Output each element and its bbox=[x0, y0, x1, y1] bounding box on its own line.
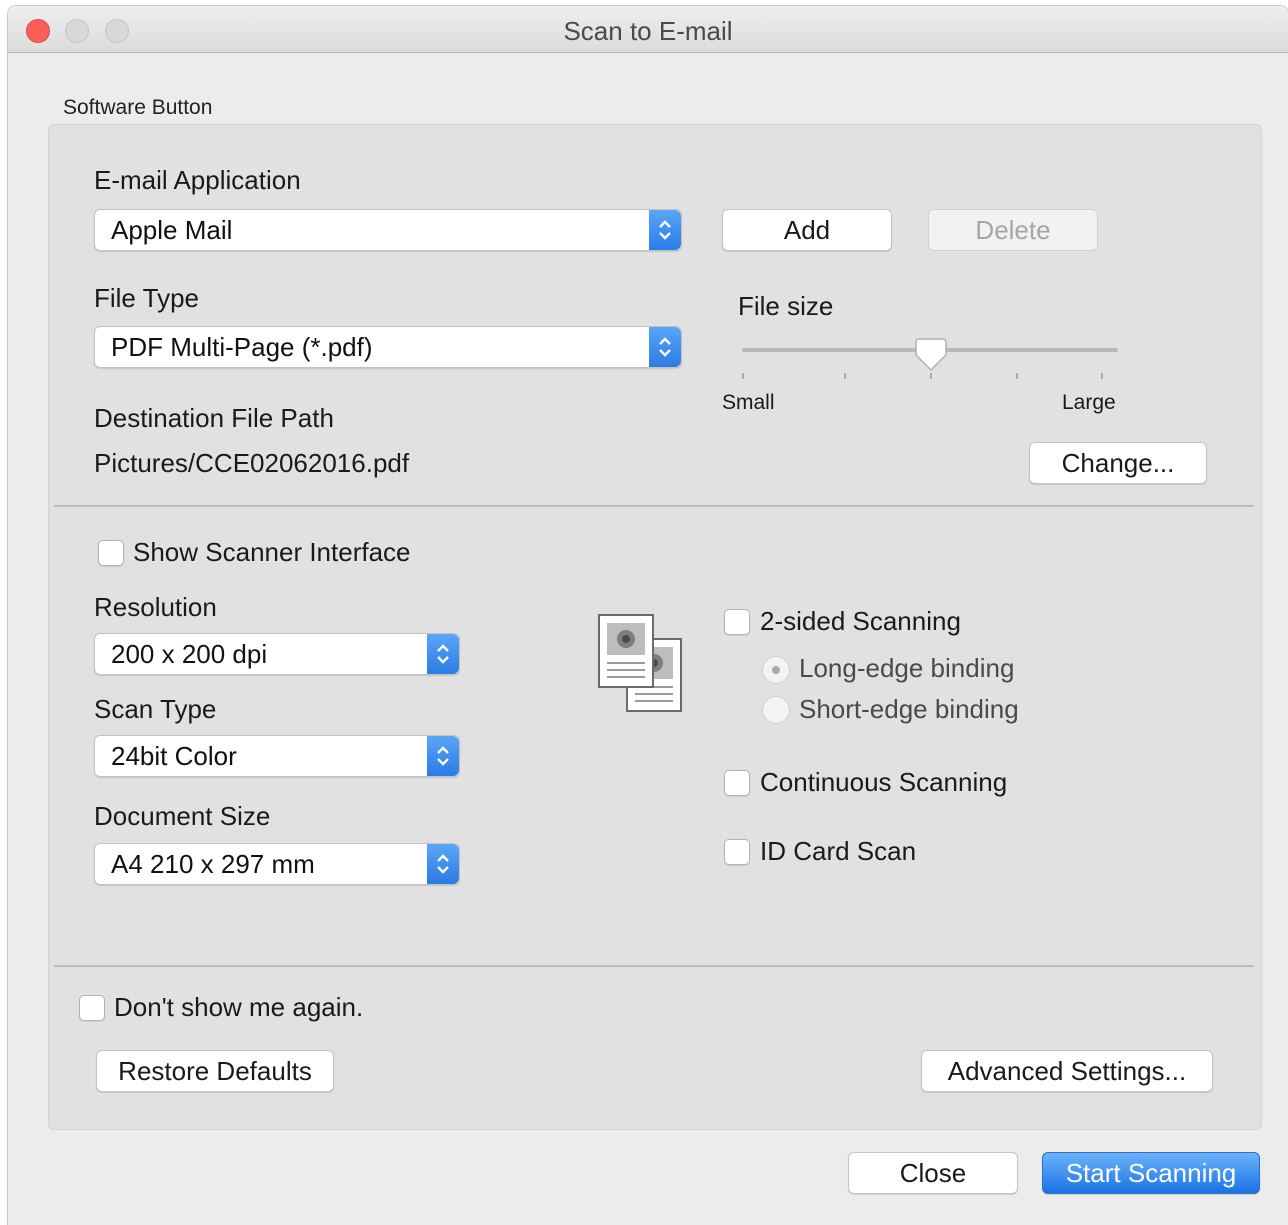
email-app-label: E-mail Application bbox=[94, 165, 301, 195]
scan-type-select[interactable]: 24bit Color bbox=[94, 735, 460, 777]
show-scanner-interface-checkbox[interactable] bbox=[98, 540, 124, 566]
close-button[interactable]: Close bbox=[848, 1152, 1018, 1194]
window-title: Scan to E-mail bbox=[563, 16, 733, 46]
scan-to-email-dialog: Scan to E-mail Software Button E-mail Ap… bbox=[8, 6, 1288, 1225]
section-divider bbox=[54, 505, 1254, 507]
short-edge-binding-label: Short-edge binding bbox=[799, 694, 1019, 724]
two-sided-scanning-checkbox[interactable] bbox=[724, 609, 750, 635]
long-edge-binding-label: Long-edge binding bbox=[799, 653, 1015, 683]
chevron-updown-icon bbox=[649, 327, 681, 367]
file-size-label: File size bbox=[738, 291, 834, 321]
add-button[interactable]: Add bbox=[722, 209, 892, 251]
start-scanning-button[interactable]: Start Scanning bbox=[1042, 1152, 1260, 1194]
email-app-select[interactable]: Apple Mail bbox=[94, 209, 682, 251]
dont-show-again-label: Don't show me again. bbox=[114, 992, 364, 1022]
chevron-updown-icon bbox=[427, 844, 459, 884]
id-card-scan-label: ID Card Scan bbox=[760, 836, 917, 866]
file-type-select[interactable]: PDF Multi-Page (*.pdf) bbox=[94, 326, 682, 368]
file-size-slider[interactable] bbox=[742, 338, 1120, 389]
resolution-select[interactable]: 200 x 200 dpi bbox=[94, 633, 460, 675]
software-button-group: E-mail Application Apple Mail Add Delete… bbox=[48, 124, 1262, 1130]
document-size-label: Document Size bbox=[94, 801, 271, 831]
show-scanner-interface-label: Show Scanner Interface bbox=[133, 537, 411, 567]
file-type-label: File Type bbox=[94, 283, 200, 313]
file-size-max-label: Large bbox=[1062, 391, 1116, 414]
dont-show-again-checkbox[interactable] bbox=[79, 995, 105, 1021]
short-edge-binding-radio[interactable] bbox=[762, 696, 790, 724]
chevron-updown-icon bbox=[649, 210, 681, 250]
id-card-scan-checkbox[interactable] bbox=[724, 839, 750, 865]
destination-path: Pictures/CCE02062016.pdf bbox=[94, 448, 410, 478]
advanced-settings-button[interactable]: Advanced Settings... bbox=[921, 1050, 1213, 1092]
continuous-scanning-label: Continuous Scanning bbox=[760, 767, 1008, 797]
scan-type-value: 24bit Color bbox=[111, 741, 237, 771]
restore-defaults-button[interactable]: Restore Defaults bbox=[96, 1050, 334, 1092]
destination-label: Destination File Path bbox=[94, 403, 334, 433]
scan-type-label: Scan Type bbox=[94, 694, 217, 724]
document-size-value: A4 210 x 297 mm bbox=[111, 849, 315, 879]
file-type-value: PDF Multi-Page (*.pdf) bbox=[111, 332, 373, 362]
slider-thumb[interactable] bbox=[914, 337, 948, 373]
title-bar[interactable]: Scan to E-mail bbox=[8, 6, 1288, 53]
document-size-select[interactable]: A4 210 x 297 mm bbox=[94, 843, 460, 885]
file-size-min-label: Small bbox=[722, 391, 775, 414]
duplex-pages-icon bbox=[598, 614, 682, 712]
two-sided-scanning-label: 2-sided Scanning bbox=[760, 606, 961, 636]
group-label: Software Button bbox=[63, 96, 213, 119]
chevron-updown-icon bbox=[427, 736, 459, 776]
delete-button[interactable]: Delete bbox=[928, 209, 1098, 251]
chevron-updown-icon bbox=[427, 634, 459, 674]
section-divider bbox=[54, 965, 1254, 967]
email-app-value: Apple Mail bbox=[111, 215, 233, 245]
change-button[interactable]: Change... bbox=[1029, 442, 1207, 484]
long-edge-binding-radio[interactable] bbox=[762, 656, 790, 684]
continuous-scanning-checkbox[interactable] bbox=[724, 770, 750, 796]
resolution-label: Resolution bbox=[94, 592, 217, 622]
resolution-value: 200 x 200 dpi bbox=[111, 639, 268, 669]
